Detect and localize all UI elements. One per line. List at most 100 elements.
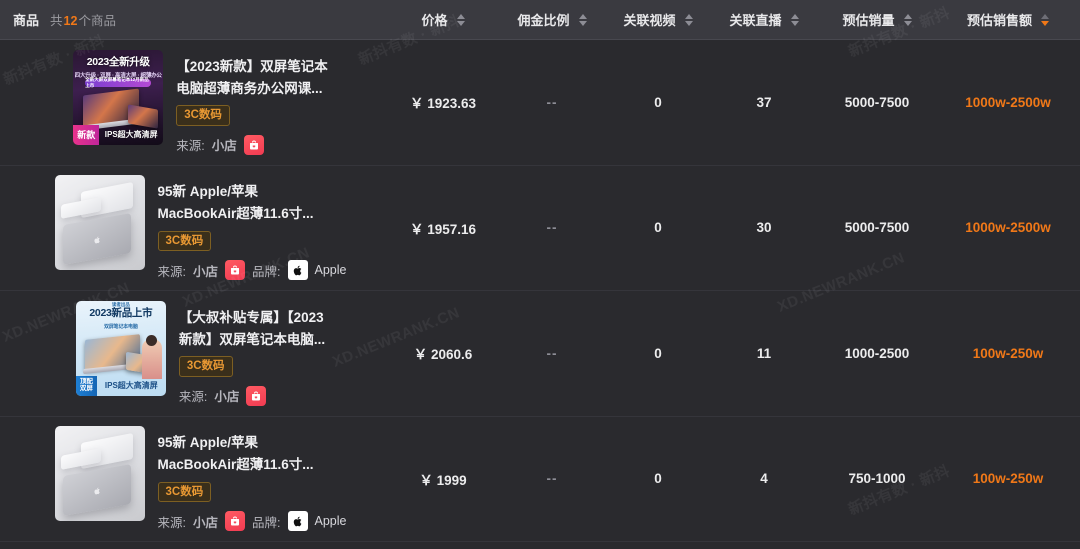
product-info: 95新 Apple/苹果 MacBookAir超薄11.6寸... 3C数码 来源… [157, 175, 347, 281]
product-thumbnail[interactable]: 读者出品 2023新品上市 双屏笔记本电脑 顶配 双屏 IPS超大高清屏 [75, 300, 166, 396]
thumb-badge: 顶配 双屏 [75, 375, 97, 396]
sort-toggle-est-sales[interactable] [903, 13, 912, 26]
category-tag[interactable]: 3C数码 [176, 105, 230, 126]
header-label-videos: 关联视频 [623, 13, 676, 28]
product-meta: 来源: 小店 [176, 134, 328, 155]
product-title[interactable]: 【大叔补贴专属】【2023 新款】双屏笔记本电脑... [179, 307, 325, 351]
source-label: 来源: [157, 515, 186, 530]
sort-toggle-lives[interactable] [790, 13, 799, 26]
product-cell: 95新 Apple/苹果 MacBookAir超薄11.6寸... 3C数码 来源… [0, 175, 388, 281]
product-thumbnail[interactable]: 2023全新升级 四大升级 · 双屏 · 高清大屏 · 超薄办公商务 全新大屏双… [73, 49, 164, 145]
product-thumbnail[interactable] [54, 426, 145, 522]
count-suffix: 个商品 [78, 14, 116, 28]
sort-toggle-commission[interactable] [578, 13, 587, 26]
est-amount-cell: 100w-250w [972, 345, 1044, 361]
table-header-row: 商品 共12个商品 价格 佣金比例 关联视频 关联直播 预估销量 预估销售额 [0, 0, 1080, 40]
source-label: 来源: [178, 390, 208, 405]
category-tag[interactable]: 3C数码 [157, 230, 212, 252]
product-title[interactable]: 95新 Apple/苹果 MacBookAir超薄11.6寸... [158, 432, 347, 476]
thumb-headline: 2023全新升级 [86, 55, 150, 68]
lives-cell: 30 [756, 220, 772, 236]
shop-icon [246, 385, 267, 406]
apple-brand-icon [287, 511, 308, 532]
brand-value: Apple [314, 263, 347, 278]
est-amount-cell: 1000w-2500w [965, 94, 1051, 110]
thumb-footer-text: IPS超大高清屏 [104, 130, 158, 140]
commission-cell: -- [546, 471, 558, 487]
header-label-price: 价格 [421, 13, 448, 28]
product-title[interactable]: 【2023新款】双屏笔记本 电脑超薄商务办公网课... [176, 56, 328, 100]
shop-icon [243, 134, 264, 155]
commission-cell: -- [546, 220, 558, 236]
price-cell: ￥ 1999 [419, 472, 467, 488]
count-number: 12 [63, 14, 78, 28]
est-amount-cell: 100w-250w [972, 471, 1044, 487]
brand-value: Apple [314, 514, 347, 529]
header-cell-commission[interactable]: 佣金比例 [498, 0, 606, 39]
source-label: 来源: [176, 139, 205, 154]
product-cell: 读者出品 2023新品上市 双屏笔记本电脑 顶配 双屏 IPS超大高清屏 【大叔补… [0, 300, 388, 406]
table-row[interactable]: 95新 Apple/苹果 MacBookAir超薄11.6寸... 3C数码 来源… [0, 165, 1080, 291]
price-cell: ￥ 1957.16 [409, 221, 477, 237]
product-cell: 2023全新升级 四大升级 · 双屏 · 高清大屏 · 超薄办公商务 全新大屏双… [0, 49, 388, 155]
table-body: 2023全新升级 四大升级 · 双屏 · 高清大屏 · 超薄办公商务 全新大屏双… [0, 40, 1080, 542]
est-sales-cell: 750-1000 [848, 471, 906, 487]
product-title[interactable]: 95新 Apple/苹果 MacBookAir超薄11.6寸... [158, 181, 347, 225]
thumb-subline: 双屏笔记本电脑 [104, 323, 138, 330]
videos-cell: 0 [654, 471, 662, 487]
commission-cell: -- [546, 94, 558, 110]
header-label-lives: 关联直播 [729, 13, 782, 28]
header-label-commission: 佣金比例 [517, 13, 570, 28]
shop-icon [225, 260, 246, 281]
category-tag[interactable]: 3C数码 [157, 481, 212, 503]
sort-toggle-videos[interactable] [684, 13, 693, 26]
header-cell-price[interactable]: 价格 [388, 0, 498, 39]
est-sales-cell: 5000-7500 [844, 220, 910, 236]
apple-brand-icon [287, 260, 308, 281]
thumb-headline: 2023新品上市 [89, 306, 153, 319]
est-sales-cell: 1000-2500 [844, 345, 910, 361]
table-row[interactable]: 2023全新升级 四大升级 · 双屏 · 高清大屏 · 超薄办公商务 全新大屏双… [0, 40, 1080, 166]
product-count: 共12个商品 [50, 10, 116, 29]
price-cell: ￥ 2060.6 [413, 347, 473, 363]
header-cell-est-amount[interactable]: 预估销售额 [936, 0, 1080, 39]
est-amount-cell: 1000w-2500w [965, 220, 1051, 236]
product-info: 【2023新款】双屏笔记本 电脑超薄商务办公网课... 3C数码 来源: 小店 [176, 50, 328, 155]
apple-logo-icon [92, 484, 101, 497]
est-sales-cell: 5000-7500 [844, 94, 910, 110]
source-label: 来源: [157, 264, 186, 279]
shop-icon [225, 511, 246, 532]
table-row[interactable]: 95新 Apple/苹果 MacBookAir超薄11.6寸... 3C数码 来源… [0, 416, 1080, 542]
thumb-footer-text: IPS超大高清屏 [104, 381, 158, 391]
thumb-pill: 全新大屏双屏幕笔记本12月新品上市 [85, 77, 152, 88]
lives-cell: 11 [756, 345, 772, 361]
price-cell: ￥ 1923.63 [409, 96, 477, 112]
table-row[interactable]: 读者出品 2023新品上市 双屏笔记本电脑 顶配 双屏 IPS超大高清屏 【大叔补… [0, 291, 1080, 417]
category-tag[interactable]: 3C数码 [178, 356, 233, 377]
header-label-product: 商品 [13, 13, 40, 28]
brand-label: 品牌: [252, 264, 281, 279]
header-cell-est-sales[interactable]: 预估销量 [818, 0, 936, 39]
product-cell: 95新 Apple/苹果 MacBookAir超薄11.6寸... 3C数码 来源… [0, 426, 388, 532]
product-table: 新抖有数 · 新抖XD.NEWRANK.CN新抖有数 · 新抖XD.NEWRAN… [0, 0, 1080, 549]
header-cell-product: 商品 共12个商品 [0, 0, 388, 39]
product-thumbnail[interactable] [54, 175, 145, 271]
product-info: 95新 Apple/苹果 MacBookAir超薄11.6寸... 3C数码 来源… [157, 426, 347, 532]
thumb-footer: 新款 IPS超大高清屏 [73, 124, 163, 145]
header-cell-lives[interactable]: 关联直播 [710, 0, 818, 39]
lives-cell: 4 [760, 471, 768, 487]
sort-toggle-price[interactable] [456, 13, 465, 26]
brand-label: 品牌: [252, 515, 281, 530]
source-value: 小店 [214, 390, 240, 405]
sort-toggle-est-amount[interactable] [1041, 13, 1049, 26]
thumb-badge: 新款 [73, 124, 100, 145]
header-cell-videos[interactable]: 关联视频 [606, 0, 710, 39]
videos-cell: 0 [654, 94, 662, 110]
apple-logo-icon [92, 233, 101, 246]
header-label-est-sales: 预估销量 [842, 13, 895, 28]
commission-cell: -- [546, 345, 558, 361]
source-value: 小店 [193, 264, 219, 279]
videos-cell: 0 [654, 345, 662, 361]
product-meta: 来源: 小店 品牌: Apple [157, 511, 347, 532]
product-info: 【大叔补贴专属】【2023 新款】双屏笔记本电脑... 3C数码 来源: 小店 [178, 301, 325, 406]
